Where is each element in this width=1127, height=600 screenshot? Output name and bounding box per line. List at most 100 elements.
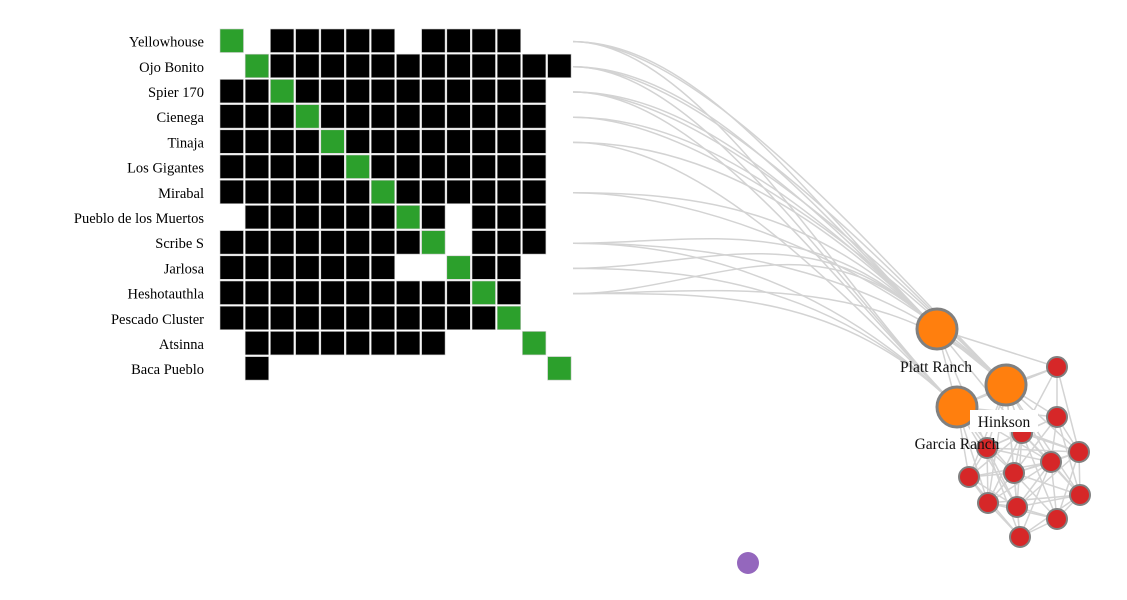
matrix-cell[interactable] [370,28,396,53]
matrix-cell[interactable] [219,305,244,331]
matrix-cell[interactable] [320,28,345,53]
matrix-cell[interactable] [496,179,522,204]
matrix-cell[interactable] [295,331,320,356]
matrix-cell[interactable] [370,331,396,356]
matrix-cell[interactable] [345,179,370,204]
matrix-cell[interactable] [471,230,496,255]
matrix-cell[interactable] [320,79,345,104]
matrix-cell[interactable] [522,230,547,255]
matrix-cell[interactable] [219,179,244,204]
matrix-cell[interactable] [471,129,496,154]
matrix-cell[interactable] [270,53,295,79]
red-node[interactable] [1069,484,1091,506]
red-node[interactable] [1046,356,1068,378]
matrix-cell[interactable] [270,154,295,179]
matrix-cell[interactable] [370,230,396,255]
matrix-cell[interactable] [496,255,522,280]
matrix-cell[interactable] [295,230,320,255]
matrix-cell[interactable] [370,280,396,305]
matrix-cell-self[interactable] [547,356,572,381]
matrix-cell[interactable] [270,205,295,230]
matrix-cell[interactable] [421,104,446,129]
matrix-cell-self[interactable] [295,104,320,129]
matrix-cell[interactable] [522,104,547,129]
matrix-cell[interactable] [345,331,370,356]
matrix-cell[interactable] [496,79,522,104]
matrix-cell[interactable] [219,129,244,154]
matrix-cell[interactable] [219,79,244,104]
matrix-cell[interactable] [496,53,522,79]
matrix-cell[interactable] [396,129,421,154]
matrix-cell[interactable] [244,331,269,356]
matrix-cell[interactable] [320,331,345,356]
matrix-cell[interactable] [270,28,295,53]
matrix-cell[interactable] [244,205,269,230]
matrix-cell[interactable] [295,305,320,331]
matrix-cell[interactable] [295,179,320,204]
matrix-cell[interactable] [396,154,421,179]
matrix-cell[interactable] [320,154,345,179]
matrix-cell[interactable] [396,179,421,204]
red-node[interactable] [1009,526,1031,548]
matrix-cell-self[interactable] [270,79,295,104]
orange-node[interactable] [915,307,959,351]
matrix-cell[interactable] [219,255,244,280]
matrix-cell[interactable] [446,154,471,179]
matrix-cell[interactable] [320,230,345,255]
matrix-cell[interactable] [270,129,295,154]
matrix-cell[interactable] [370,205,396,230]
matrix-cell[interactable] [295,28,320,53]
matrix-cell[interactable] [421,28,446,53]
matrix-cell[interactable] [295,205,320,230]
matrix-cell[interactable] [270,305,295,331]
matrix-cell[interactable] [522,53,547,79]
matrix-cell[interactable] [345,205,370,230]
matrix-cell[interactable] [320,255,345,280]
matrix-cell[interactable] [244,230,269,255]
matrix-cell[interactable] [270,280,295,305]
matrix-cell[interactable] [396,53,421,79]
matrix-cell-self[interactable] [370,179,396,204]
red-node[interactable] [1006,496,1028,518]
matrix-cell[interactable] [244,179,269,204]
red-node[interactable] [1046,508,1068,530]
matrix-cell[interactable] [345,255,370,280]
matrix-cell[interactable] [522,129,547,154]
matrix-cell[interactable] [295,280,320,305]
matrix-cell[interactable] [421,129,446,154]
matrix-cell[interactable] [396,230,421,255]
matrix-cell[interactable] [421,154,446,179]
red-node[interactable] [1046,406,1068,428]
red-node[interactable] [1003,462,1025,484]
red-node[interactable] [1068,441,1090,463]
matrix-cell[interactable] [496,230,522,255]
matrix-cell[interactable] [370,154,396,179]
matrix-cell[interactable] [446,79,471,104]
matrix-cell[interactable] [396,331,421,356]
matrix-cell[interactable] [345,53,370,79]
matrix-cell[interactable] [244,129,269,154]
matrix-cell[interactable] [244,154,269,179]
purple-node[interactable] [737,552,759,574]
matrix-cell[interactable] [320,305,345,331]
matrix-cell[interactable] [219,104,244,129]
matrix-cell[interactable] [471,28,496,53]
matrix-cell[interactable] [345,230,370,255]
matrix-cell[interactable] [421,331,446,356]
matrix-cell[interactable] [471,205,496,230]
matrix-cell-self[interactable] [421,230,446,255]
matrix-cell[interactable] [320,179,345,204]
matrix-cell[interactable] [370,255,396,280]
matrix-cell[interactable] [295,154,320,179]
matrix-cell[interactable] [421,79,446,104]
matrix-cell[interactable] [370,305,396,331]
matrix-cell[interactable] [471,79,496,104]
red-node[interactable] [1040,451,1062,473]
matrix-cell[interactable] [295,79,320,104]
matrix-cell[interactable] [345,28,370,53]
matrix-cell[interactable] [396,305,421,331]
matrix-cell[interactable] [244,104,269,129]
matrix-cell[interactable] [496,205,522,230]
matrix-cell[interactable] [396,280,421,305]
matrix-cell[interactable] [522,179,547,204]
